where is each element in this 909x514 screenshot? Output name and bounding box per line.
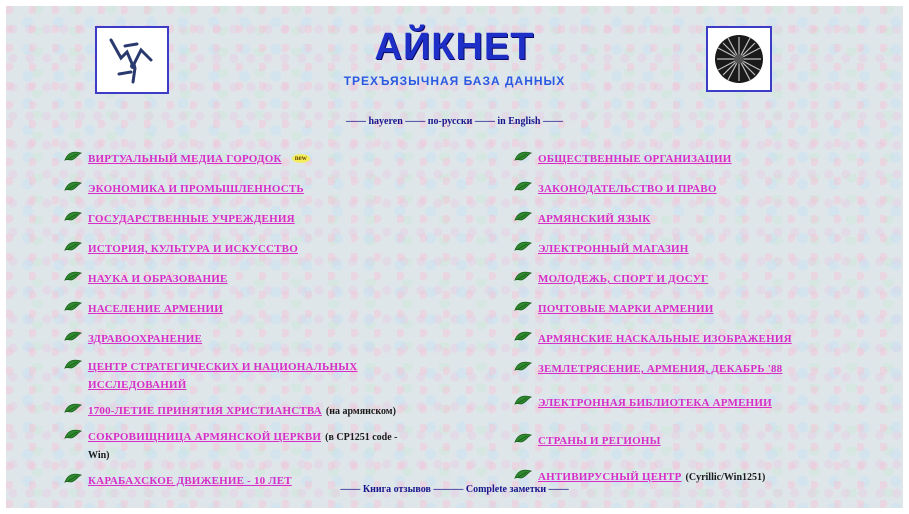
leaf-bullet-icon: [64, 403, 82, 413]
leaf-bullet-icon: [514, 361, 532, 371]
list-item: ЗЕМЛЕТРЯСЕНИЕ, АРМЕНИЯ, ДЕКАБРЬ '88: [514, 359, 894, 377]
leaf-bullet-icon: [64, 211, 82, 221]
leaf-bullet-icon: [514, 271, 532, 281]
category-link[interactable]: СТРАНЫ И РЕГИОНЫ: [538, 435, 661, 447]
category-link[interactable]: НАСЕЛЕНИЕ АРМЕНИИ: [88, 303, 223, 315]
category-link[interactable]: АРМЯНСКИЙ ЯЗЫК: [538, 213, 650, 225]
list-item: ОБЩЕСТВЕННЫЕ ОРГАНИЗАЦИИ: [514, 149, 894, 167]
lang-armenian-link[interactable]: hayeren: [369, 116, 403, 127]
category-link[interactable]: ИСТОРИЯ, КУЛЬТУРА И ИСКУССТВО: [88, 243, 298, 255]
language-bar: —— hayeren —— по-русски —— in English ——: [346, 116, 563, 127]
list-item: ЭЛЕКТРОННЫЙ МАГАЗИН: [514, 239, 894, 257]
leaf-bullet-icon: [514, 181, 532, 191]
list-item: ЗДРАВООХРАНЕНИЕ: [64, 329, 464, 347]
complaint-link[interactable]: Complete заметки: [466, 484, 546, 495]
item-note: (на армянском): [325, 406, 396, 417]
list-item: 1700-ЛЕТИЕ ПРИНЯТИЯ ХРИСТИАНСТВА (на армя…: [64, 401, 464, 419]
list-item: ГОСУДАРСТВЕННЫЕ УЧРЕЖДЕНИЯ: [64, 209, 464, 227]
lang-english-link[interactable]: in English: [497, 116, 540, 127]
list-item: ЭКОНОМИКА И ПРОМЫШЛЕННОСТЬ: [64, 179, 464, 197]
category-link[interactable]: СОКРОВИЩНИЦА АРМЯНСКОЙ ЦЕРКВИ: [88, 431, 321, 443]
leaf-bullet-icon: [514, 241, 532, 251]
category-link[interactable]: ЗДРАВООХРАНЕНИЕ: [88, 333, 202, 345]
leaf-bullet-icon: [64, 331, 82, 341]
leaf-bullet-icon: [514, 331, 532, 341]
list-item: НАСЕЛЕНИЕ АРМЕНИИ: [64, 299, 464, 317]
list-item: МОЛОДЕЖЬ, СПОРТ И ДОСУГ: [514, 269, 894, 287]
leaf-bullet-icon: [64, 241, 82, 251]
category-link[interactable]: ПОЧТОВЫЕ МАРКИ АРМЕНИИ: [538, 303, 713, 315]
category-link[interactable]: ЗЕМЛЕТРЯСЕНИЕ, АРМЕНИЯ, ДЕКАБРЬ '88: [538, 363, 782, 375]
category-link[interactable]: ЭЛЕКТРОННЫЙ МАГАЗИН: [538, 243, 689, 255]
category-link[interactable]: ГОСУДАРСТВЕННЫЕ УЧРЕЖДЕНИЯ: [88, 213, 295, 225]
item-note: (Cyrillic/Win1251): [685, 472, 766, 483]
leaf-bullet-icon: [514, 211, 532, 221]
list-item: АРМЯНСКИЕ НАСКАЛЬНЫЕ ИЗОБРАЖЕНИЯ: [514, 329, 894, 347]
leaf-bullet-icon: [514, 433, 532, 443]
leaf-bullet-icon: [514, 151, 532, 161]
list-item: ВИРТУАЛЬНЫЙ МЕДИА ГОРОДОК new: [64, 149, 464, 167]
category-link[interactable]: ЭЛЕКТРОННАЯ БИБЛИОТЕКА АРМЕНИИ: [538, 397, 772, 409]
leaf-bullet-icon: [64, 271, 82, 281]
list-item: АРМЯНСКИЙ ЯЗЫК: [514, 209, 894, 227]
category-link[interactable]: 1700-ЛЕТИЕ ПРИНЯТИЯ ХРИСТИАНСТВА: [88, 405, 322, 417]
leaf-bullet-icon: [514, 301, 532, 311]
list-item: ИСТОРИЯ, КУЛЬТУРА И ИСКУССТВО: [64, 239, 464, 257]
footer-bar: —— Книга отзывов ——— Complete заметки ——: [340, 484, 569, 495]
list-item: НАУКА И ОБРАЗОВАНИЕ: [64, 269, 464, 287]
list-item: ПОЧТОВЫЕ МАРКИ АРМЕНИИ: [514, 299, 894, 317]
category-link[interactable]: ВИРТУАЛЬНЫЙ МЕДИА ГОРОДОК: [88, 153, 282, 165]
leaf-bullet-icon: [64, 181, 82, 191]
leaf-bullet-icon: [64, 429, 82, 439]
round-emblem-icon[interactable]: [706, 26, 772, 92]
new-badge: new: [291, 153, 310, 163]
category-link[interactable]: МОЛОДЕЖЬ, СПОРТ И ДОСУГ: [538, 273, 708, 285]
page-canvas: АЙКНЕТ ТРЕХЪЯЗЫЧНАЯ БАЗА ДАННЫХ —— hayer…: [6, 6, 903, 508]
list-item: ЭЛЕКТРОННАЯ БИБЛИОТЕКА АРМЕНИИ: [514, 393, 894, 411]
category-link[interactable]: АРМЯНСКИЕ НАСКАЛЬНЫЕ ИЗОБРАЖЕНИЯ: [538, 333, 792, 345]
list-item: АНТИВИРУСНЫЙ ЦЕНТР (Cyrillic/Win1251): [514, 467, 894, 485]
leaf-bullet-icon: [514, 469, 532, 479]
list-item: СОКРОВИЩНИЦА АРМЯНСКОЙ ЦЕРКВИ (в CP1251 c…: [64, 427, 464, 463]
right-link-column: ОБЩЕСТВЕННЫЕ ОРГАНИЗАЦИИ ЗАКОНОДАТЕЛЬСТВО…: [514, 149, 894, 485]
leaf-bullet-icon: [64, 473, 82, 483]
leaf-bullet-icon: [64, 359, 82, 369]
category-link[interactable]: ОБЩЕСТВЕННЫЕ ОРГАНИЗАЦИИ: [538, 153, 732, 165]
list-item: ЗАКОНОДАТЕЛЬСТВО И ПРАВО: [514, 179, 894, 197]
category-link[interactable]: ЗАКОНОДАТЕЛЬСТВО И ПРАВО: [538, 183, 717, 195]
leaf-bullet-icon: [514, 395, 532, 405]
category-link[interactable]: АНТИВИРУСНЫЙ ЦЕНТР: [538, 471, 682, 483]
category-link[interactable]: ЦЕНТР СТРАТЕГИЧЕСКИХ И НАЦИОНАЛЬНЫХ ИССЛ…: [88, 361, 357, 391]
leaf-bullet-icon: [64, 151, 82, 161]
lang-russian-link[interactable]: по-русски: [428, 116, 473, 127]
category-link[interactable]: ЭКОНОМИКА И ПРОМЫШЛЕННОСТЬ: [88, 183, 304, 195]
list-item: СТРАНЫ И РЕГИОНЫ: [514, 431, 894, 449]
category-link[interactable]: НАУКА И ОБРАЗОВАНИЕ: [88, 273, 228, 285]
guestbook-link[interactable]: Книга отзывов: [363, 484, 431, 495]
left-link-column: ВИРТУАЛЬНЫЙ МЕДИА ГОРОДОК new ЭКОНОМИКА И …: [64, 149, 464, 489]
leaf-bullet-icon: [64, 301, 82, 311]
list-item: ЦЕНТР СТРАТЕГИЧЕСКИХ И НАЦИОНАЛЬНЫХ ИССЛ…: [64, 357, 464, 393]
